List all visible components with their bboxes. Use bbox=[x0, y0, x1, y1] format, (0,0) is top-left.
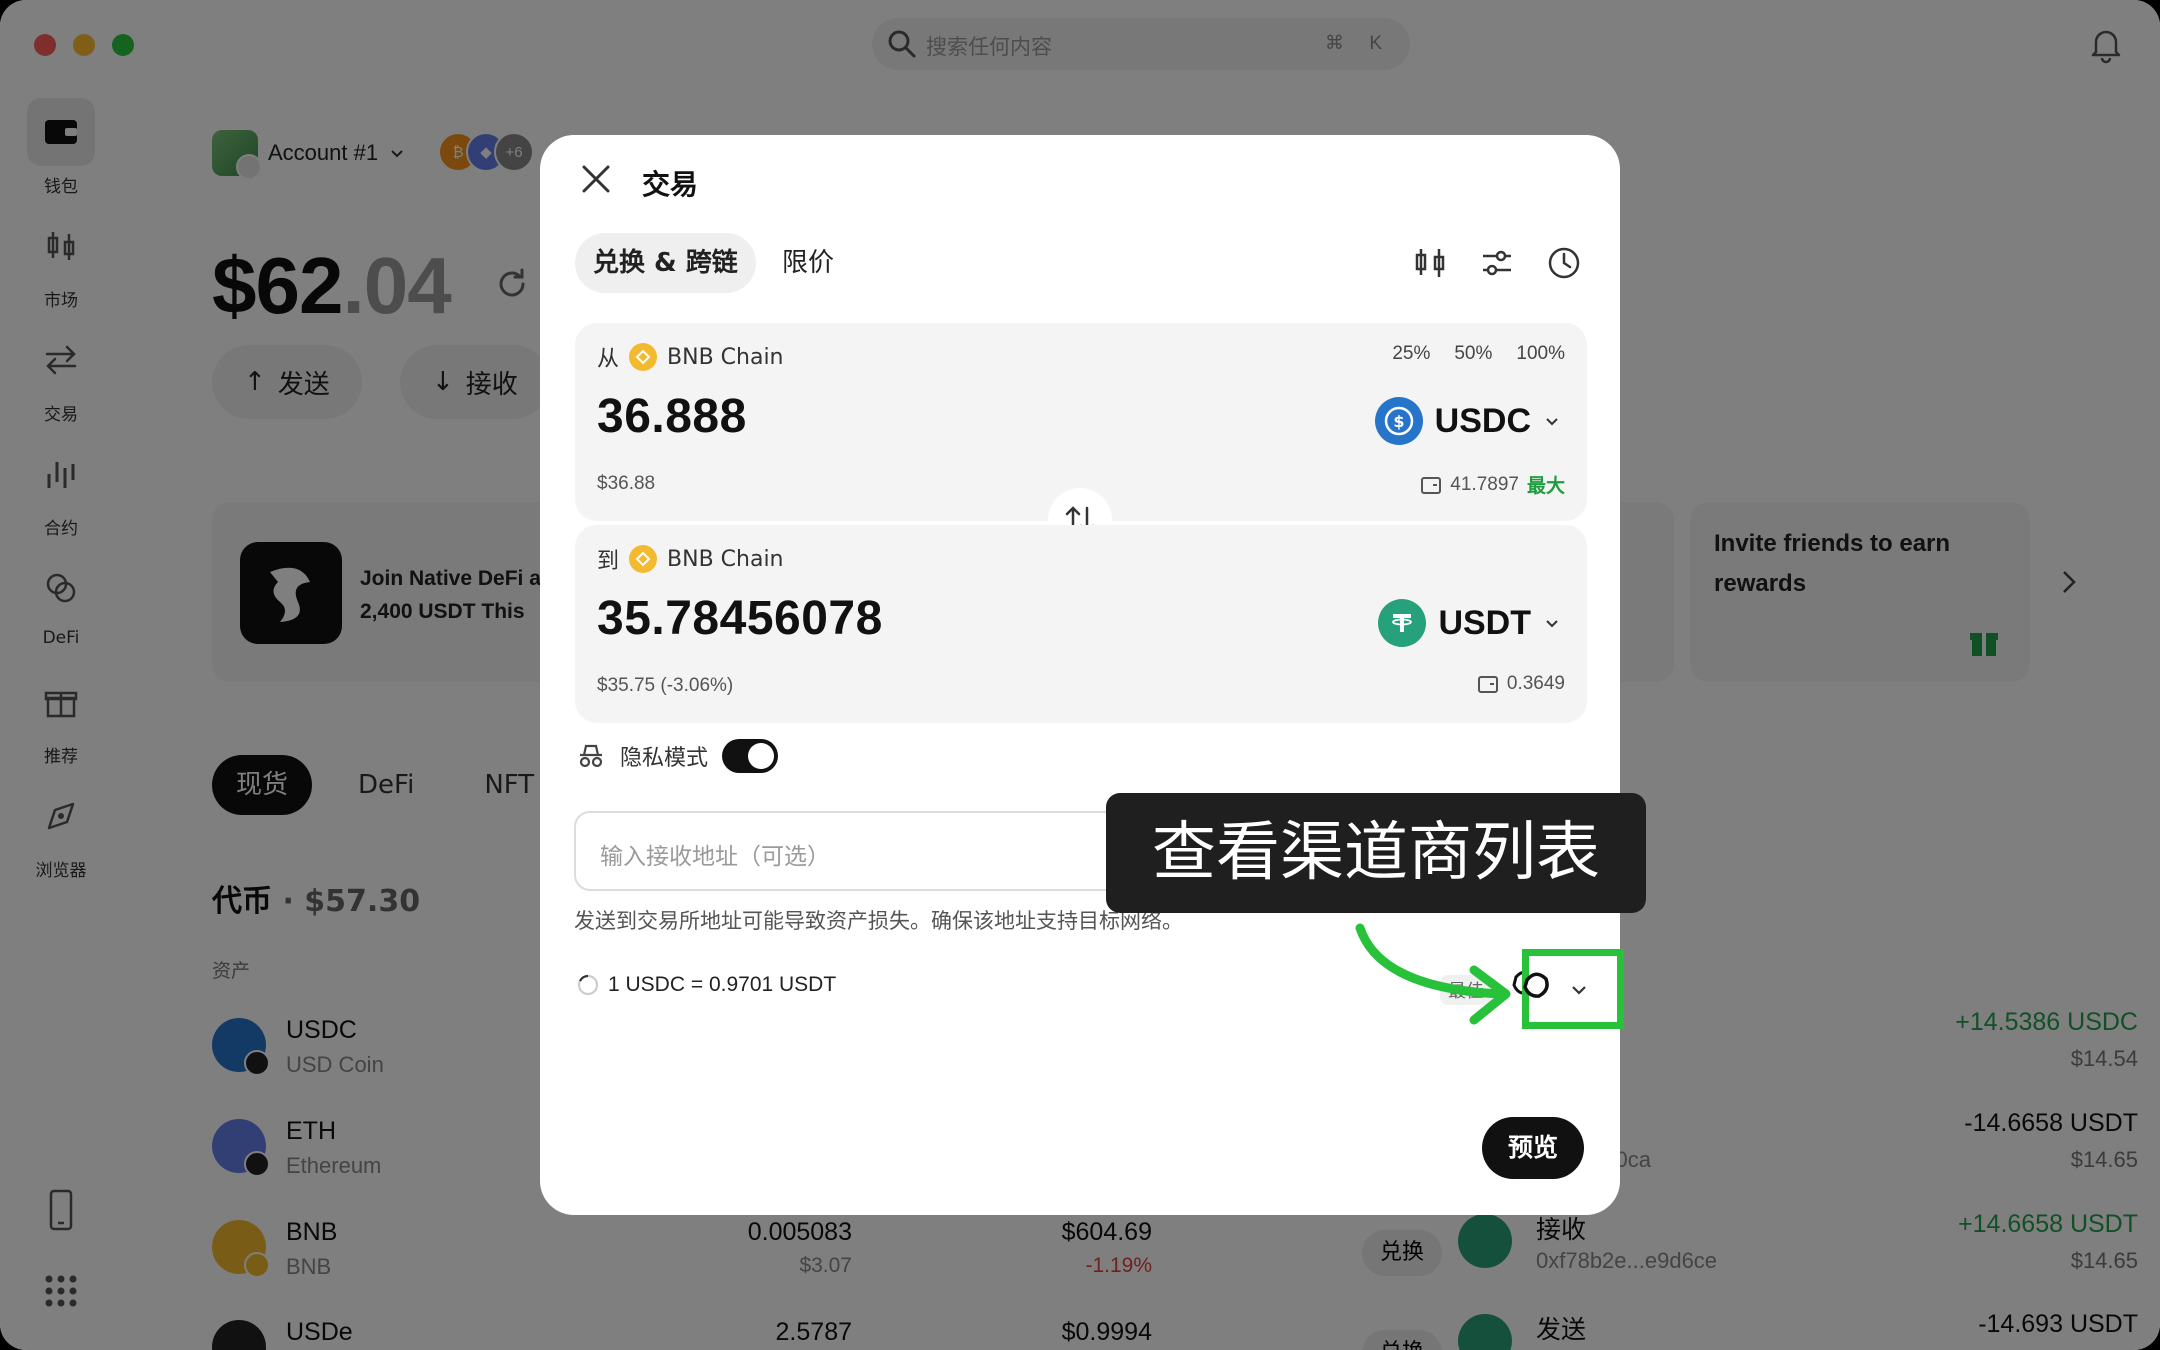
address-warning: 发送到交易所地址可能导致资产损失。确保该地址支持目标网络。 bbox=[574, 909, 1183, 933]
bnb-chain-icon bbox=[629, 545, 658, 573]
from-chain[interactable]: BNB Chain bbox=[667, 345, 783, 370]
chevron-down-icon bbox=[1546, 620, 1558, 628]
from-label: 从 bbox=[597, 347, 620, 372]
privacy-toggle[interactable] bbox=[722, 739, 779, 773]
usdt-icon bbox=[1378, 599, 1427, 647]
svg-text:$: $ bbox=[1393, 412, 1404, 431]
usdc-icon: $ bbox=[1374, 397, 1423, 445]
from-balance: 41.7897 最大 bbox=[1420, 471, 1565, 498]
provider-dropdown-highlight[interactable] bbox=[1522, 949, 1624, 1029]
from-usd-value: $36.88 bbox=[597, 473, 656, 494]
chart-button[interactable] bbox=[1402, 235, 1458, 291]
to-chain[interactable]: BNB Chain bbox=[667, 547, 783, 572]
modal-title: 交易 bbox=[642, 168, 699, 201]
max-button[interactable]: 最大 bbox=[1527, 471, 1565, 498]
close-icon[interactable] bbox=[576, 159, 616, 199]
privacy-mode-row: 隐私模式 bbox=[576, 739, 779, 773]
to-panel: 到 BNB Chain 35.78456078 USDT $35.75 (-3.… bbox=[575, 525, 1587, 723]
to-usd-value: $35.75 (-3.06%) bbox=[597, 675, 734, 696]
pct-100-button[interactable]: 100% bbox=[1516, 343, 1565, 365]
loading-spinner-icon bbox=[577, 974, 599, 996]
app-window: 搜索任何内容 ⌘ K 钱包 市场 交易 合约 DeFi 推荐 bbox=[0, 0, 2160, 1350]
privacy-label: 隐私模式 bbox=[620, 746, 709, 771]
sliders-icon bbox=[1483, 250, 1511, 276]
wallet-icon bbox=[1421, 476, 1442, 494]
from-amount-input[interactable]: 36.888 bbox=[597, 389, 747, 444]
preview-button[interactable]: 预览 bbox=[1482, 1117, 1585, 1179]
chevron-down-icon bbox=[1572, 986, 1586, 995]
from-token-selector[interactable]: $ USDC bbox=[1374, 397, 1561, 445]
tab-limit[interactable]: 限价 bbox=[764, 233, 852, 293]
trade-modal: 交易 兑换 & 跨链 限价 从 BNB Chain 25% 50% 100% 3… bbox=[540, 135, 1620, 1215]
pct-50-button[interactable]: 50% bbox=[1454, 343, 1492, 365]
candlestick-icon bbox=[1415, 249, 1445, 277]
to-token-selector[interactable]: USDT bbox=[1378, 599, 1561, 647]
wallet-icon bbox=[1477, 676, 1498, 693]
tab-swap-bridge[interactable]: 兑换 & 跨链 bbox=[575, 233, 756, 293]
exchange-rate: 1 USDC = 0.9701 USDT bbox=[576, 973, 836, 997]
history-button[interactable] bbox=[1536, 235, 1592, 291]
provider-logo-icon bbox=[1523, 972, 1549, 998]
settings-button[interactable] bbox=[1469, 235, 1525, 291]
pct-25-button[interactable]: 25% bbox=[1392, 343, 1430, 365]
to-amount: 35.78456078 bbox=[597, 592, 883, 645]
percent-shortcuts: 25% 50% 100% bbox=[1392, 343, 1565, 365]
callout-arrow-icon bbox=[1355, 923, 1511, 1025]
to-label: 到 bbox=[597, 549, 620, 574]
chevron-down-icon bbox=[1546, 418, 1558, 426]
bnb-chain-icon bbox=[629, 343, 658, 371]
address-placeholder: 输入接收地址（可选） bbox=[600, 844, 830, 870]
clock-icon bbox=[1548, 247, 1580, 279]
provider-list-tooltip: 查看渠道商列表 bbox=[1106, 793, 1646, 913]
incognito-icon bbox=[579, 744, 603, 768]
to-balance: 0.3649 bbox=[1477, 673, 1565, 695]
